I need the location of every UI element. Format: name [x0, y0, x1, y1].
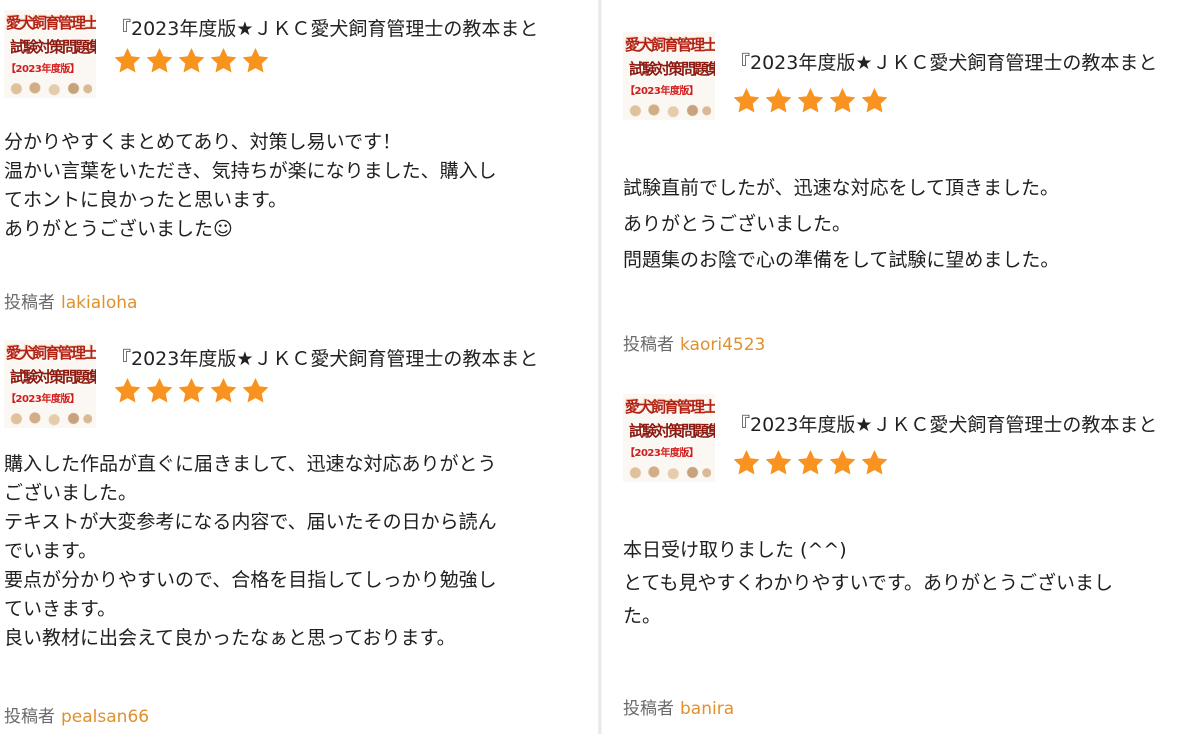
author-username[interactable]: lakialoha	[61, 293, 137, 313]
star-icon	[208, 46, 239, 76]
thumbnail-badge: 【2023年度版】	[6, 394, 80, 405]
author-label: 投稿者	[4, 707, 55, 727]
star-icon	[731, 86, 762, 116]
star-rating	[112, 376, 271, 406]
star-icon	[144, 46, 175, 76]
star-icon	[176, 376, 207, 406]
star-icon	[827, 448, 858, 478]
author-label: 投稿者	[623, 335, 674, 355]
thumbnail-title: 愛犬飼育管理士	[6, 344, 96, 362]
star-icon	[795, 86, 826, 116]
star-icon	[208, 376, 239, 406]
author-username[interactable]: pealsan66	[61, 707, 149, 727]
star-icon	[240, 376, 271, 406]
thumbnail-title: 愛犬飼育管理士	[625, 398, 715, 416]
star-rating	[731, 86, 890, 116]
thumbnail-badge: 【2023年度版】	[6, 64, 80, 75]
thumbnail-subtitle: 試験対策問題集	[10, 38, 96, 56]
star-icon	[859, 448, 890, 478]
review-author: 投稿者 kaori4523	[623, 330, 765, 355]
product-title-link[interactable]: 『2023年度版★ＪＫＣ愛犬飼育管理士の教本まと	[112, 14, 538, 41]
dogs-illustration	[8, 78, 92, 96]
star-icon	[240, 46, 271, 76]
star-icon	[731, 448, 762, 478]
product-thumbnail[interactable]: 愛犬飼育管理士 試験対策問題集 【2023年度版】	[4, 10, 96, 98]
author-username[interactable]: kaori4523	[680, 335, 765, 355]
star-icon	[112, 376, 143, 406]
thumbnail-badge: 【2023年度版】	[625, 448, 699, 459]
review-card: 愛犬飼育管理士 試験対策問題集 【2023年度版】 『2023年度版★ＪＫＣ愛犬…	[623, 32, 1200, 362]
review-author: 投稿者 lakialoha	[4, 288, 137, 313]
star-icon	[763, 448, 794, 478]
star-rating	[731, 448, 890, 478]
thumbnail-badge: 【2023年度版】	[625, 86, 699, 97]
dogs-illustration	[8, 408, 92, 426]
thumbnail-title: 愛犬飼育管理士	[6, 14, 96, 32]
thumbnail-subtitle: 試験対策問題集	[10, 368, 96, 386]
star-rating	[112, 46, 271, 76]
star-icon	[176, 46, 207, 76]
author-username[interactable]: banira	[680, 699, 734, 719]
product-title-link[interactable]: 『2023年度版★ＪＫＣ愛犬飼育管理士の教本まと	[731, 410, 1157, 437]
author-label: 投稿者	[4, 293, 55, 313]
review-card: 愛犬飼育管理士 試験対策問題集 【2023年度版】 『2023年度版★ＪＫＣ愛犬…	[623, 394, 1200, 732]
review-author: 投稿者 banira	[623, 694, 734, 719]
thumbnail-subtitle: 試験対策問題集	[629, 60, 715, 78]
column-divider	[598, 0, 602, 734]
thumbnail-subtitle: 試験対策問題集	[629, 422, 715, 440]
review-card: 愛犬飼育管理士 試験対策問題集 【2023年度版】 『2023年度版★ＪＫＣ愛犬…	[4, 340, 594, 732]
review-text: 試験直前でしたが、迅速な対応をして頂きました。 ありがとうございました。 問題集…	[623, 177, 1060, 271]
product-title-link[interactable]: 『2023年度版★ＪＫＣ愛犬飼育管理士の教本まと	[731, 48, 1157, 75]
star-icon	[112, 46, 143, 76]
dogs-illustration	[627, 462, 711, 480]
product-title-link[interactable]: 『2023年度版★ＪＫＣ愛犬飼育管理士の教本まと	[112, 344, 538, 371]
star-icon	[795, 448, 826, 478]
product-thumbnail[interactable]: 愛犬飼育管理士 試験対策問題集 【2023年度版】	[4, 340, 96, 428]
thumbnail-title: 愛犬飼育管理士	[625, 36, 715, 54]
product-thumbnail[interactable]: 愛犬飼育管理士 試験対策問題集 【2023年度版】	[623, 394, 715, 482]
star-icon	[763, 86, 794, 116]
review-text: 本日受け取りました (^^) とても見やすくわかりやすいです。ありがとうございま…	[623, 539, 1114, 627]
star-icon	[859, 86, 890, 116]
dogs-illustration	[627, 100, 711, 118]
review-author: 投稿者 pealsan66	[4, 702, 149, 727]
author-label: 投稿者	[623, 699, 674, 719]
review-text: 分かりやすくまとめてあり、対策し易いです！ 温かい言葉をいただき、気持ちが楽にな…	[4, 131, 497, 240]
star-icon	[827, 86, 858, 116]
review-text: 購入した作品が直ぐに届きまして、迅速な対応ありがとう ございました。 テキストが…	[4, 453, 497, 649]
review-card: 愛犬飼育管理士 試験対策問題集 【2023年度版】 『2023年度版★ＪＫＣ愛犬…	[4, 10, 594, 313]
product-thumbnail[interactable]: 愛犬飼育管理士 試験対策問題集 【2023年度版】	[623, 32, 715, 120]
star-icon	[144, 376, 175, 406]
